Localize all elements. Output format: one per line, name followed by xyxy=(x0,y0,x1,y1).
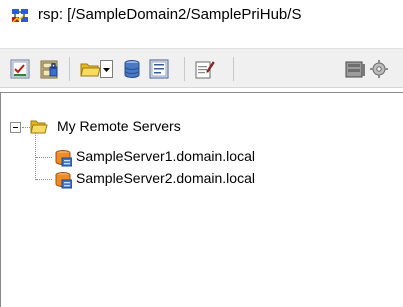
open-folder-icon[interactable] xyxy=(79,58,101,80)
gear-icon[interactable] xyxy=(370,58,403,80)
tree-node-label: SampleServer2.domain.local xyxy=(76,170,255,186)
edit-note-icon[interactable] xyxy=(193,58,215,80)
toolbar-separator xyxy=(69,57,70,81)
checklist-icon[interactable] xyxy=(9,58,31,80)
tree-connector xyxy=(36,157,52,158)
tree-connector xyxy=(36,179,52,180)
toolbar-separator xyxy=(233,57,234,81)
collapse-toggle[interactable] xyxy=(10,122,21,133)
security-cabinet-icon[interactable] xyxy=(38,58,60,80)
server-icon[interactable] xyxy=(344,58,366,80)
dropdown-arrow-icon[interactable] xyxy=(100,58,113,80)
server-db-icon xyxy=(54,149,73,167)
title-bar: rsp: [/SampleDomain2/SamplePriHub/S xyxy=(0,0,403,31)
toolbar xyxy=(0,48,403,88)
server-db-icon xyxy=(54,171,73,189)
open-folder-icon xyxy=(30,119,48,135)
remote-servers-window: rsp: [/SampleDomain2/SamplePriHub/S My R… xyxy=(0,0,403,307)
window-title: rsp: [/SampleDomain2/SamplePriHub/S xyxy=(38,6,302,23)
tree-node-label: My Remote Servers xyxy=(57,118,181,134)
properties-icon[interactable] xyxy=(148,58,170,80)
tree-connector xyxy=(22,127,30,128)
toolbar-separator xyxy=(184,57,185,81)
network-app-icon xyxy=(11,8,29,24)
tree-node-label: SampleServer1.domain.local xyxy=(76,148,255,164)
server-tree: My Remote Servers SampleServer1.domain.l… xyxy=(0,92,403,307)
database-icon[interactable] xyxy=(121,58,143,80)
